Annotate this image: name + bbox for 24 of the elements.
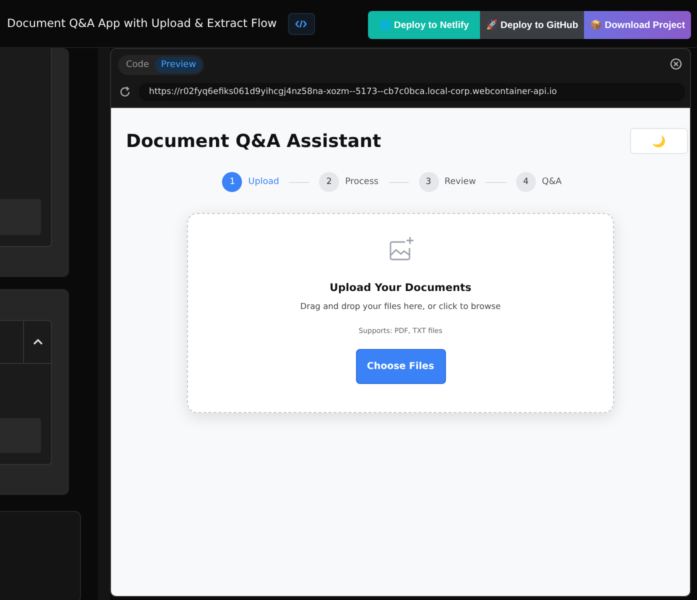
app-title: Document Q&A Assistant bbox=[126, 130, 382, 152]
step-label: Review bbox=[444, 177, 476, 187]
step-number: 1 bbox=[222, 172, 242, 192]
step-label: Process bbox=[345, 177, 378, 187]
code-toggle-button[interactable] bbox=[288, 12, 315, 34]
step-number: 2 bbox=[319, 172, 340, 192]
caret-up-icon bbox=[32, 339, 42, 345]
dropzone-heading: Upload Your Documents bbox=[330, 282, 472, 294]
dropzone-instructions: Drag and drop your files here, or click to browse bbox=[300, 301, 501, 311]
close-icon[interactable] bbox=[670, 58, 682, 70]
step-number: 3 bbox=[418, 172, 438, 192]
view-tab[interactable]: Code bbox=[120, 57, 156, 73]
step-label: Upload bbox=[248, 177, 280, 187]
code-icon bbox=[295, 18, 308, 28]
deploy-button[interactable]: 🚀 Deploy to GitHub bbox=[480, 11, 584, 39]
deploy-button[interactable]: 📦 Download Project bbox=[584, 11, 691, 39]
choose-files-button[interactable]: Choose Files bbox=[356, 349, 446, 384]
step-label: Q&A bbox=[542, 177, 562, 187]
view-tab[interactable]: Preview bbox=[155, 57, 202, 73]
reload-icon[interactable] bbox=[119, 86, 131, 98]
project-title: Document Q&A App with Upload & Extract Flow bbox=[7, 17, 277, 30]
step-number: 4 bbox=[516, 172, 536, 192]
image-add-icon bbox=[388, 236, 414, 262]
url-field[interactable]: https://r02fyq6efiks061d9yihcgj4nz58na-xozm--5173--cb7c0bca.local-corp.webcontainer-api.io bbox=[139, 83, 685, 101]
